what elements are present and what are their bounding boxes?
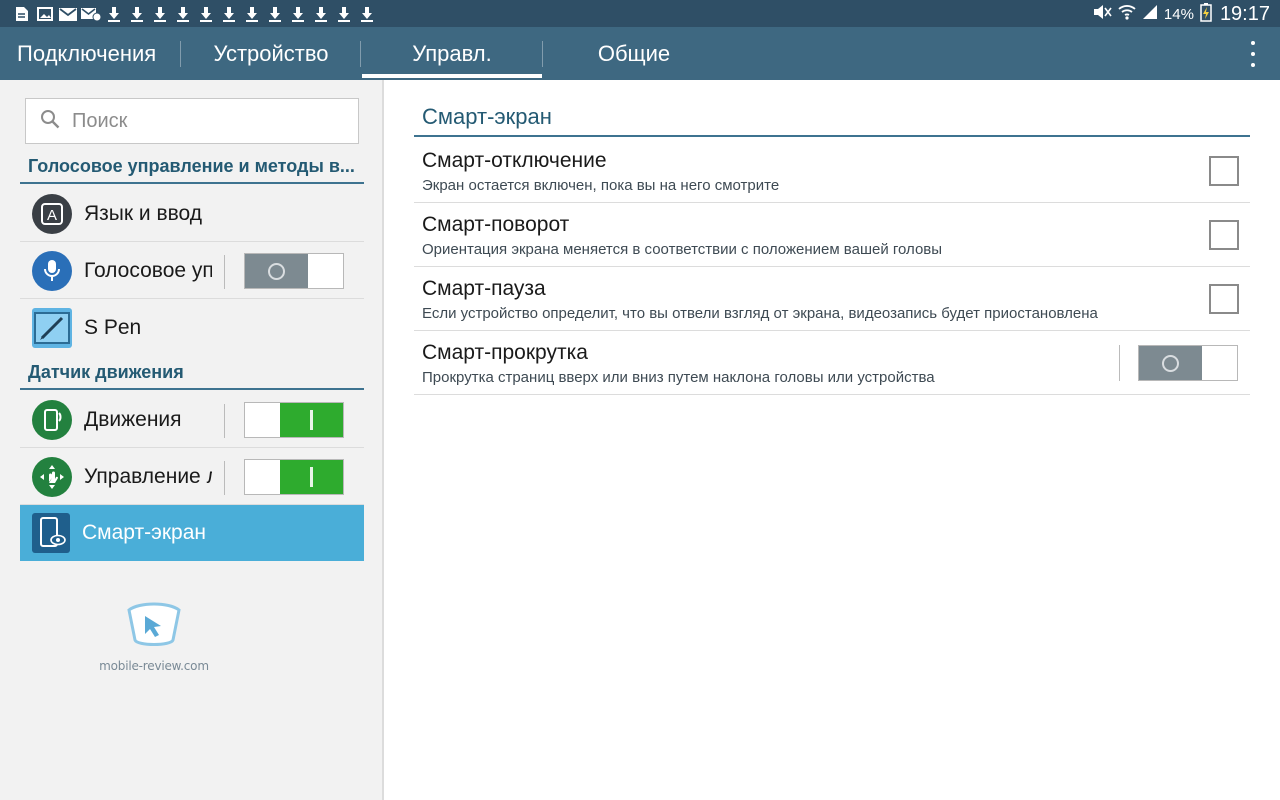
mobile-review-logo-icon [123, 600, 185, 655]
setting-title: Смарт-поворот [422, 213, 570, 236]
sidebar-item-voice-control[interactable]: Голосовое управление [20, 243, 364, 299]
status-bar: 14% 19:17 [0, 0, 1280, 27]
section-header-motion: Датчик движения [20, 362, 364, 390]
tab-selected-indicator [362, 74, 542, 78]
sidebar-item-label: Язык и ввод [84, 201, 203, 225]
smart-rotation-checkbox[interactable] [1209, 220, 1239, 250]
toggle-divider [224, 404, 225, 438]
sidebar-item-palm-control[interactable]: Управление ладонью [20, 449, 364, 505]
setting-title: Смарт-пауза [422, 277, 546, 300]
email-icon [56, 4, 79, 24]
sidebar-item-language-input[interactable]: A Язык и ввод [20, 186, 364, 242]
sidebar-item-label: Управление ладонью [84, 464, 212, 488]
battery-charging-icon [1200, 2, 1212, 27]
smart-stay-checkbox[interactable] [1209, 156, 1239, 186]
page-title: Смарт-экран [414, 104, 1250, 137]
download-icon [171, 4, 194, 24]
setting-subtitle: Прокрутка страниц вверх или вниз путем н… [422, 369, 935, 386]
sidebar-item-spen[interactable]: S Pen [20, 300, 364, 356]
svg-text:A: A [47, 207, 57, 224]
download-icon [355, 4, 378, 24]
section-header-voice: Голосовое управление и методы в... [20, 156, 364, 184]
setting-smart-scroll[interactable]: Смарт-прокрутка Прокрутка страниц вверх … [414, 331, 1250, 395]
email-alert-icon [79, 4, 102, 24]
signal-icon [1142, 4, 1158, 25]
tab-divider [542, 41, 543, 67]
overflow-menu-icon[interactable] [1248, 41, 1258, 67]
palm-control-toggle[interactable] [244, 459, 344, 495]
palm-icon [32, 456, 72, 497]
download-icon [286, 4, 309, 24]
tab-device[interactable]: Устройство [182, 27, 360, 80]
watermark-text: mobile-review.com [99, 659, 209, 673]
spen-icon [32, 308, 72, 348]
toggle-divider [224, 255, 225, 289]
download-icon [309, 4, 332, 24]
document-icon [10, 4, 33, 24]
toggle-divider [224, 461, 225, 495]
sidebar-item-motions[interactable]: Движения [20, 392, 364, 448]
sidebar-item-label: S Pen [84, 316, 142, 339]
setting-title: Смарт-отключение [422, 149, 607, 172]
toggle-knob [280, 460, 343, 494]
download-icon [125, 4, 148, 24]
keyboard-a-icon: A [32, 193, 72, 234]
microphone-icon [32, 250, 72, 291]
setting-smart-pause[interactable]: Смарт-пауза Если устройство определит, ч… [414, 267, 1250, 331]
sidebar-item-label: Движения [84, 407, 182, 431]
download-icon [148, 4, 171, 24]
wifi-icon [1118, 4, 1136, 25]
settings-sidebar: Поиск Голосовое управление и методы в...… [0, 80, 382, 800]
watermark: mobile-review.com [98, 600, 210, 674]
download-icon [217, 4, 240, 24]
smart-screen-settings: Смарт-экран Смарт-отключение Экран остае… [384, 80, 1280, 800]
motion-phone-icon [32, 399, 72, 440]
setting-subtitle: Экран остается включен, пока вы на него … [422, 177, 780, 194]
system-status: 14% 19:17 [1092, 2, 1270, 26]
clock: 19:17 [1219, 2, 1270, 25]
tab-general[interactable]: Общие [544, 27, 724, 80]
setting-title: Смарт-прокрутка [422, 341, 588, 364]
setting-subtitle: Если устройство определит, что вы отвели… [422, 305, 1098, 322]
setting-subtitle: Ориентация экрана меняется в соответстви… [422, 241, 943, 258]
download-icon [332, 4, 355, 24]
motions-toggle[interactable] [244, 402, 344, 438]
download-icon [240, 4, 263, 24]
smart-scroll-toggle[interactable] [1138, 345, 1238, 381]
search-icon [40, 109, 60, 134]
download-icon [194, 4, 217, 24]
toggle-knob [280, 403, 343, 437]
sidebar-item-label: Смарт-экран [82, 521, 206, 544]
setting-smart-stay[interactable]: Смарт-отключение Экран остается включен,… [414, 139, 1250, 203]
tab-controls[interactable]: Управл. [362, 27, 542, 80]
smart-screen-icon [32, 513, 70, 553]
tab-divider [180, 41, 181, 67]
toggle-knob [1139, 346, 1202, 380]
notification-icons [10, 4, 378, 24]
toggle-knob [245, 254, 308, 288]
tab-bar: Подключения Устройство Управл. Общие [0, 27, 1280, 80]
setting-smart-rotation[interactable]: Смарт-поворот Ориентация экрана меняется… [414, 203, 1250, 267]
smart-pause-checkbox[interactable] [1209, 284, 1239, 314]
sidebar-item-label: Голосовое управление [84, 258, 212, 282]
search-placeholder: Поиск [72, 109, 128, 132]
download-icon [263, 4, 286, 24]
download-icon [102, 4, 125, 24]
toggle-divider [1119, 345, 1120, 381]
voice-control-toggle[interactable] [244, 253, 344, 289]
tab-divider [360, 41, 361, 67]
sidebar-item-smart-screen[interactable]: Смарт-экран [20, 505, 364, 561]
image-icon [33, 4, 56, 24]
mute-icon [1092, 4, 1112, 25]
tab-connections[interactable]: Подключения [0, 27, 180, 80]
search-input[interactable]: Поиск [25, 98, 359, 144]
battery-percent: 14% [1163, 5, 1194, 23]
